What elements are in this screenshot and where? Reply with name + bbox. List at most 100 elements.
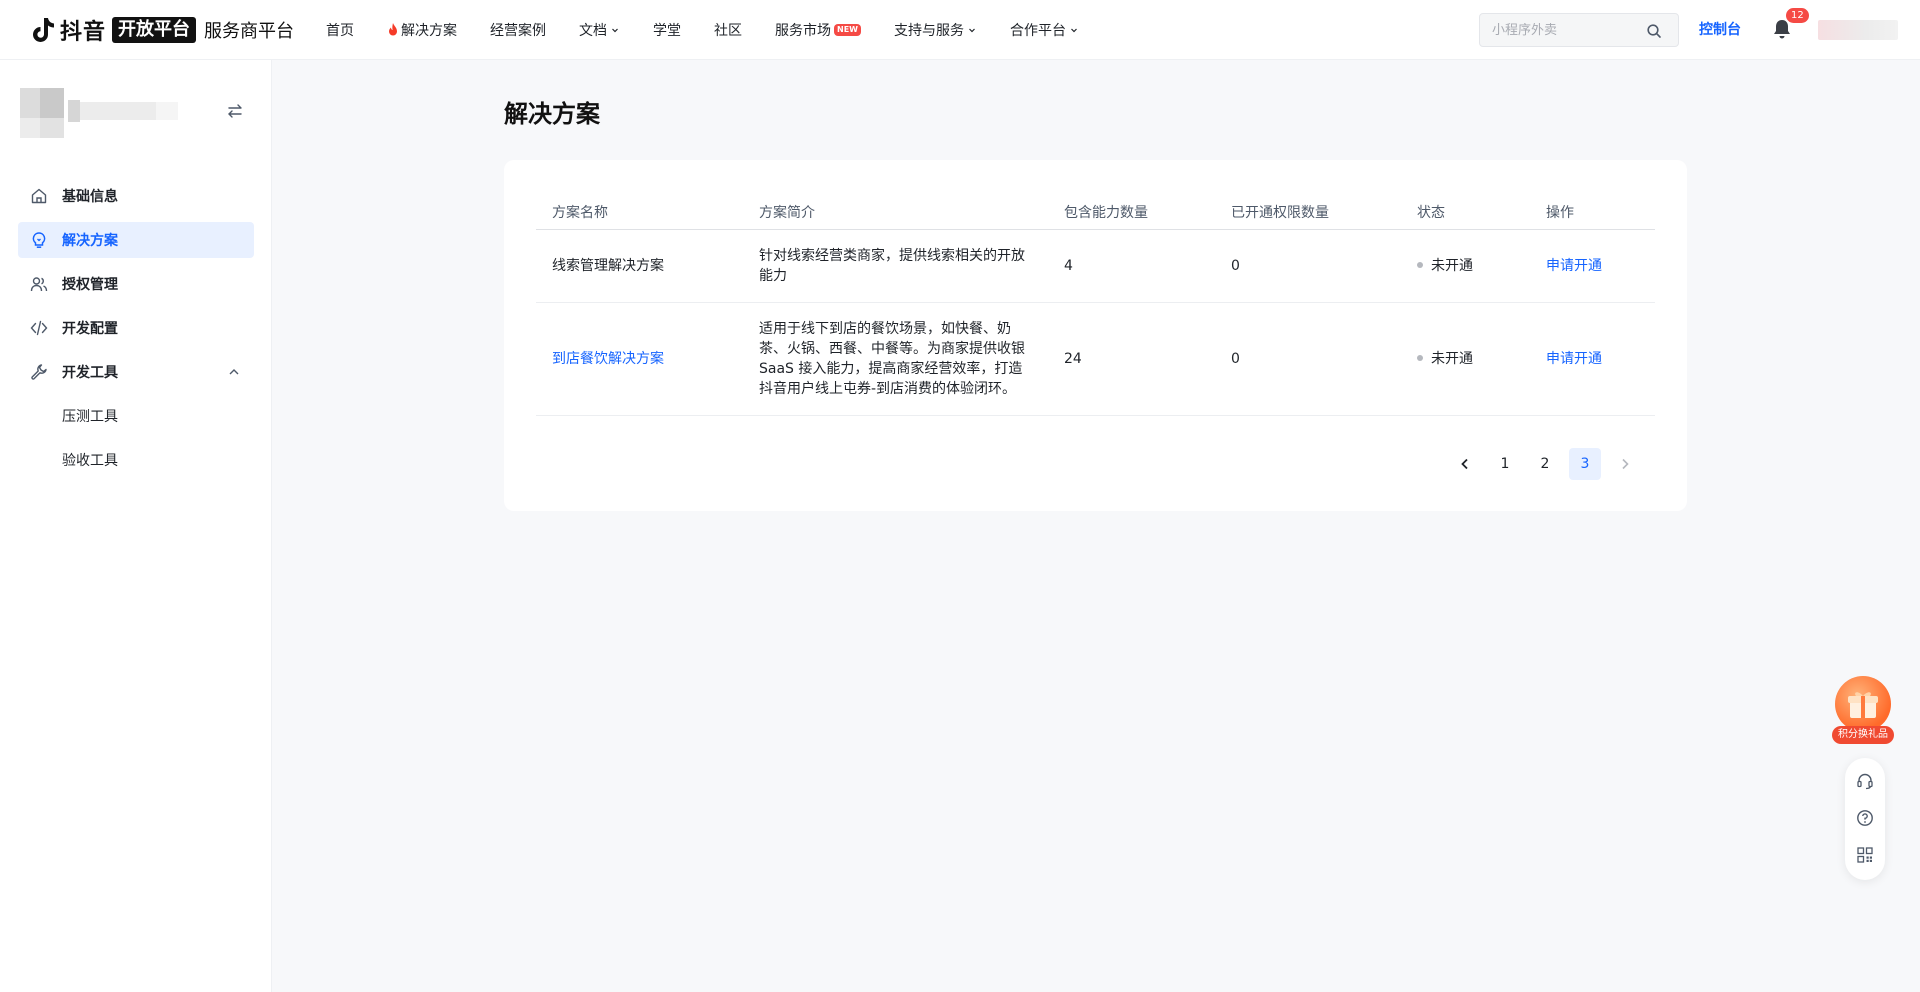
switch-account-icon[interactable] — [226, 102, 244, 120]
page-button-3[interactable]: 3 — [1569, 448, 1601, 480]
prev-page-button[interactable] — [1449, 448, 1481, 480]
nav-item-label: 学堂 — [653, 22, 682, 39]
notification-count-badge: 12 — [1786, 8, 1809, 23]
platform-logo[interactable]: 抖音 开放平台 服务商平台 — [30, 0, 294, 60]
status-text: 未开通 — [1431, 258, 1473, 274]
solutions-card: 方案名称 方案简介 包含能力数量 已开通权限数量 状态 操作 线索管理解决方案 … — [504, 160, 1687, 511]
action-cell: 申请开通 — [1530, 256, 1655, 276]
sidebar-item-solutions[interactable]: 解决方案 — [18, 222, 254, 258]
status-cell: 未开通 — [1401, 256, 1530, 276]
qrcode-icon[interactable] — [1856, 846, 1874, 864]
sidebar-item-label: 解决方案 — [62, 233, 118, 249]
column-header: 方案名称 — [552, 204, 608, 221]
user-avatar[interactable] — [1818, 20, 1898, 40]
solution-name-cell: 到店餐饮解决方案 — [536, 349, 743, 369]
code-icon — [30, 320, 48, 336]
home-icon — [31, 188, 47, 204]
column-header: 状态 — [1417, 204, 1445, 221]
gift-icon — [1848, 692, 1878, 718]
opened-count: 0 — [1231, 258, 1240, 274]
points-gift-widget[interactable]: 积分换礼品 — [1832, 676, 1894, 744]
nav-item-label: 经营案例 — [490, 22, 547, 39]
nav-item-label: 文档 — [579, 22, 608, 39]
apply-open-link[interactable]: 申请开通 — [1546, 258, 1602, 274]
next-page-button[interactable] — [1609, 448, 1641, 480]
nav-item-academy[interactable]: 学堂 — [653, 0, 681, 60]
sidebar: 基础信息 解决方案 授权管理 开发配置 开发工具 压测工具 验收工具 — [0, 60, 272, 992]
column-header: 包含能力数量 — [1064, 204, 1148, 221]
table-row: 到店餐饮解决方案 适用于线下到店的餐饮场景，如快餐、奶茶、火锅、西餐、中餐等。为… — [536, 303, 1655, 416]
chevron-up-icon[interactable] — [228, 366, 240, 378]
column-header: 已开通权限数量 — [1231, 204, 1329, 221]
chevron-left-icon — [1461, 458, 1468, 470]
nav-item-partners[interactable]: 合作平台 — [1010, 0, 1079, 60]
nav-item-label: 解决方案 — [401, 22, 458, 39]
page-title: 解决方案 — [504, 100, 600, 128]
sidebar-item-label: 授权管理 — [62, 277, 118, 293]
chevron-right-icon — [1622, 458, 1629, 470]
chevron-down-icon — [612, 28, 618, 32]
logo-open-platform-badge: 开放平台 — [112, 16, 197, 43]
sidebar-item-dev-tools[interactable]: 开发工具 — [18, 354, 254, 390]
solution-name: 线索管理解决方案 — [552, 258, 664, 274]
nav-item-docs[interactable]: 文档 — [579, 0, 620, 60]
search-input[interactable] — [1492, 22, 1632, 38]
nav-item-label: 合作平台 — [1010, 22, 1066, 39]
search-icon[interactable] — [1646, 23, 1662, 39]
nav-item-label: 支持与服务 — [894, 22, 964, 39]
sidebar-item-label: 压测工具 — [62, 409, 118, 425]
sidebar-item-acceptance[interactable]: 验收工具 — [18, 442, 254, 478]
nav-item-label: 社区 — [714, 22, 743, 39]
users-icon — [30, 277, 48, 292]
sidebar-item-label: 开发工具 — [62, 365, 118, 381]
bulb-icon — [32, 232, 46, 248]
floating-tool-panel — [1845, 758, 1885, 880]
nav-item-home[interactable]: 首页 — [326, 0, 354, 60]
help-icon[interactable] — [1856, 809, 1874, 827]
wrench-icon — [31, 364, 47, 380]
logo-subtitle: 服务商平台 — [204, 20, 295, 42]
solution-name-link[interactable]: 到店餐饮解决方案 — [552, 351, 664, 367]
sidebar-menu: 基础信息 解决方案 授权管理 开发配置 开发工具 压测工具 验收工具 — [18, 178, 254, 486]
solution-intro: 适用于线下到店的餐饮场景，如快餐、奶茶、火锅、西餐、中餐等。为商家提供收银Saa… — [759, 321, 1025, 397]
chevron-down-icon — [969, 28, 975, 32]
console-link[interactable]: 控制台 — [1699, 19, 1741, 39]
logo-brand-text: 抖音 — [60, 19, 107, 45]
nav-item-market[interactable]: 服务市场 NEW — [775, 0, 861, 60]
status-cell: 未开通 — [1401, 349, 1530, 369]
column-header: 方案简介 — [759, 204, 815, 221]
sidebar-item-label: 开发配置 — [62, 321, 118, 337]
solutions-table: 方案名称 方案简介 包含能力数量 已开通权限数量 状态 操作 线索管理解决方案 … — [536, 194, 1655, 416]
table-header: 方案名称 方案简介 包含能力数量 已开通权限数量 状态 操作 — [536, 194, 1655, 230]
main-nav: 首页 解决方案 经营案例 文档 学堂 社区 服务市场 NEW 支持与服务 合作平… — [326, 0, 1112, 60]
sidebar-item-basic-info[interactable]: 基础信息 — [18, 178, 254, 214]
ability-count: 4 — [1064, 258, 1073, 274]
sidebar-item-stress-test[interactable]: 压测工具 — [18, 398, 254, 434]
nav-item-solutions[interactable]: 解决方案 — [387, 0, 457, 60]
search-box[interactable] — [1479, 13, 1679, 47]
headset-icon[interactable] — [1856, 772, 1874, 790]
top-navigation-bar: 抖音 开放平台 服务商平台 首页 解决方案 经营案例 文档 学堂 社区 服务市场… — [0, 0, 1920, 60]
nav-item-support[interactable]: 支持与服务 — [894, 0, 977, 60]
sidebar-item-label: 验收工具 — [62, 453, 118, 469]
gift-label: 积分换礼品 — [1832, 726, 1894, 744]
nav-item-cases[interactable]: 经营案例 — [490, 0, 546, 60]
table-row: 线索管理解决方案 针对线索经营类商家，提供线索相关的开放能力 4 0 未开通 申… — [536, 230, 1655, 303]
nav-item-community[interactable]: 社区 — [714, 0, 742, 60]
opened-count: 0 — [1231, 351, 1240, 367]
nav-item-label: 首页 — [326, 22, 355, 39]
douyin-logo-icon — [33, 17, 54, 42]
new-badge: NEW — [834, 23, 861, 36]
sidebar-item-dev-config[interactable]: 开发配置 — [18, 310, 254, 346]
chevron-down-icon — [1071, 28, 1077, 32]
page-button-2[interactable]: 2 — [1529, 448, 1561, 480]
sidebar-item-authorization[interactable]: 授权管理 — [18, 266, 254, 302]
action-cell: 申请开通 — [1530, 349, 1655, 369]
sidebar-item-label: 基础信息 — [62, 189, 118, 205]
status-text: 未开通 — [1431, 351, 1473, 367]
status-dot — [1417, 262, 1423, 268]
flame-icon — [389, 22, 398, 35]
account-avatar — [20, 88, 180, 138]
page-button-1[interactable]: 1 — [1489, 448, 1521, 480]
apply-open-link[interactable]: 申请开通 — [1546, 351, 1602, 367]
